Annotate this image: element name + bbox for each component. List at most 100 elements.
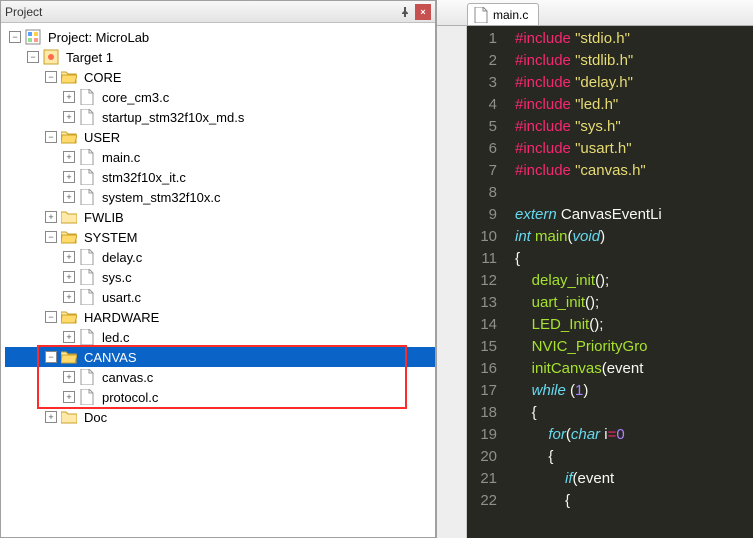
close-button[interactable]: × (415, 4, 431, 20)
file-node[interactable]: + usart.c (5, 287, 435, 307)
expand-glyph[interactable]: − (45, 311, 57, 323)
expand-glyph[interactable]: − (45, 71, 57, 83)
file-node[interactable]: +core_cm3.c (5, 87, 435, 107)
node-label: system_stm32f10x.c (99, 189, 224, 206)
expand-glyph[interactable]: + (63, 291, 75, 303)
code-line[interactable]: #include "canvas.h" (515, 160, 753, 182)
file-icon (79, 269, 95, 285)
code-line[interactable]: { (515, 402, 753, 424)
editor-tab-main-c[interactable]: main.c (467, 3, 539, 25)
folder-open-icon (61, 309, 77, 325)
code-line[interactable]: { (515, 446, 753, 468)
expand-glyph[interactable]: + (63, 171, 75, 183)
code-line[interactable]: #include "stdio.h" (515, 28, 753, 50)
file-node[interactable]: +canvas.c (5, 367, 435, 387)
expand-glyph[interactable]: + (45, 411, 57, 423)
code-line[interactable]: initCanvas(event (515, 358, 753, 380)
code-line[interactable]: #include "usart.h" (515, 138, 753, 160)
node-label: CORE (81, 69, 125, 86)
expand-glyph[interactable]: − (9, 31, 21, 43)
pin-button[interactable] (397, 4, 413, 20)
node-label: sys.c (99, 269, 135, 286)
file-icon (79, 189, 95, 205)
code-line[interactable]: #include "stdlib.h" (515, 50, 753, 72)
expand-glyph[interactable]: + (63, 271, 75, 283)
line-number: 4 (471, 94, 497, 116)
file-node[interactable]: + stm32f10x_it.c (5, 167, 435, 187)
code-line[interactable]: while (1) (515, 380, 753, 402)
group-user[interactable]: − USER (5, 127, 435, 147)
node-label: Target 1 (63, 49, 116, 66)
group-fwlib[interactable]: +FWLIB (5, 207, 435, 227)
code-line[interactable]: delay_init(); (515, 270, 753, 292)
line-number: 6 (471, 138, 497, 160)
expand-glyph[interactable]: + (63, 391, 75, 403)
code-line[interactable]: extern CanvasEventLi (515, 204, 753, 226)
expand-glyph[interactable]: + (63, 251, 75, 263)
project-panel-header: Project × (1, 1, 435, 23)
expand-glyph[interactable]: + (63, 331, 75, 343)
expand-glyph[interactable]: + (45, 211, 57, 223)
node-label: USER (81, 129, 123, 146)
node-label: usart.c (99, 289, 144, 306)
code-line[interactable]: LED_Init(); (515, 314, 753, 336)
proj-icon (25, 29, 41, 45)
node-label: Project: MicroLab (45, 29, 152, 46)
code-view[interactable]: #include "stdio.h"#include "stdlib.h"#in… (507, 26, 753, 538)
code-line[interactable]: { (515, 490, 753, 512)
line-number: 16 (471, 358, 497, 380)
editor-tab-bar: main.c (437, 0, 753, 26)
project-root[interactable]: − Project: MicroLab (5, 27, 435, 47)
line-number: 13 (471, 292, 497, 314)
file-icon (79, 329, 95, 345)
target-node[interactable]: − Target 1 (5, 47, 435, 67)
node-label: CANVAS (81, 349, 140, 366)
code-line[interactable]: int main(void) (515, 226, 753, 248)
code-line[interactable]: #include "sys.h" (515, 116, 753, 138)
file-node[interactable]: + startup_stm32f10x_md.s (5, 107, 435, 127)
file-icon (474, 7, 488, 23)
expand-glyph[interactable]: + (63, 151, 75, 163)
group-doc[interactable]: +Doc (5, 407, 435, 427)
code-line[interactable] (515, 182, 753, 204)
expand-glyph[interactable]: + (63, 371, 75, 383)
project-panel-title: Project (5, 5, 395, 19)
line-number: 3 (471, 72, 497, 94)
group-core[interactable]: − CORE (5, 67, 435, 87)
code-line[interactable]: for(char i=0 (515, 424, 753, 446)
file-node[interactable]: + main.c (5, 147, 435, 167)
folder-closed-icon (61, 409, 77, 425)
expand-glyph[interactable]: + (63, 111, 75, 123)
expand-glyph[interactable]: + (63, 91, 75, 103)
group-canvas[interactable]: − CANVAS (5, 347, 435, 367)
file-icon (79, 249, 95, 265)
expand-glyph[interactable]: − (45, 231, 57, 243)
expand-glyph[interactable]: − (45, 131, 57, 143)
line-number: 7 (471, 160, 497, 182)
node-label: led.c (99, 329, 132, 346)
fold-margin[interactable] (437, 26, 467, 538)
code-line[interactable]: #include "delay.h" (515, 72, 753, 94)
expand-glyph[interactable]: − (27, 51, 39, 63)
folder-closed-icon (61, 209, 77, 225)
code-line[interactable]: uart_init(); (515, 292, 753, 314)
file-node[interactable]: +protocol.c (5, 387, 435, 407)
file-node[interactable]: + system_stm32f10x.c (5, 187, 435, 207)
node-label: stm32f10x_it.c (99, 169, 189, 186)
folder-open-icon (61, 69, 77, 85)
group-system[interactable]: − SYSTEM (5, 227, 435, 247)
expand-glyph[interactable]: + (63, 191, 75, 203)
expand-glyph[interactable]: − (45, 351, 57, 363)
node-label: startup_stm32f10x_md.s (99, 109, 247, 126)
node-label: SYSTEM (81, 229, 140, 246)
code-line[interactable]: #include "led.h" (515, 94, 753, 116)
code-line[interactable]: { (515, 248, 753, 270)
code-line[interactable]: NVIC_PriorityGro (515, 336, 753, 358)
file-node[interactable]: +delay.c (5, 247, 435, 267)
node-label: main.c (99, 149, 143, 166)
file-node[interactable]: + sys.c (5, 267, 435, 287)
group-hardware[interactable]: −HARDWARE (5, 307, 435, 327)
code-line[interactable]: if(event (515, 468, 753, 490)
file-node[interactable]: + led.c (5, 327, 435, 347)
project-tree[interactable]: −Project: MicroLab−Target 1−CORE+core_cm… (1, 23, 435, 537)
